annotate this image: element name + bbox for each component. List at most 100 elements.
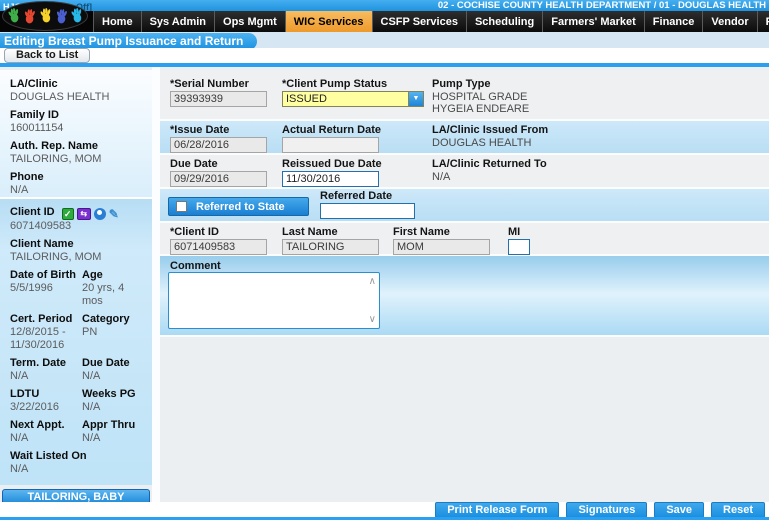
- reissued-due-date-input[interactable]: [282, 171, 379, 187]
- referred-to-state-checkbox[interactable]: [176, 201, 187, 212]
- family-id-value: 160011154: [10, 122, 142, 135]
- tab-farmers-market[interactable]: Farmers' Market: [542, 11, 644, 32]
- referred-to-state-label: Referred to State: [196, 201, 285, 213]
- certified-check-icon[interactable]: ✓: [62, 208, 74, 220]
- issue-date-label: *Issue Date: [170, 124, 229, 136]
- comment-textarea[interactable]: ∧ ∨: [168, 272, 380, 329]
- edit-pencil-icon[interactable]: ✎: [109, 208, 119, 220]
- tab-sys-admin[interactable]: Sys Admin: [141, 11, 214, 32]
- row-client-name: *Client ID Last Name First Name MI: [160, 223, 769, 256]
- actual-return-date-input[interactable]: [282, 137, 379, 153]
- back-bar: Back to List: [0, 48, 769, 63]
- top-bar: HJOSEPH1[Log Off] 02 - COCHISE COUNTY HE…: [0, 0, 769, 11]
- client-status-icon[interactable]: [94, 208, 106, 220]
- serial-number-input[interactable]: [170, 91, 267, 107]
- scroll-down-icon[interactable]: ∨: [369, 315, 376, 324]
- tab-csfp-services[interactable]: CSFP Services: [372, 11, 466, 32]
- referred-to-state-button[interactable]: Referred to State: [168, 197, 309, 216]
- issue-date-input[interactable]: [170, 137, 267, 153]
- row-comment: Comment ∧ ∨: [160, 256, 769, 337]
- dob-value: 5/5/1996: [10, 282, 82, 295]
- client-id-form-label: *Client ID: [170, 226, 219, 238]
- client-id-label-text: Client ID: [10, 206, 55, 218]
- family-info-panel: LA/Clinic DOUGLAS HEALTH Family ID 16001…: [0, 70, 152, 197]
- dob-label: Date of Birth: [10, 269, 82, 282]
- la-clinic-label: LA/Clinic: [10, 78, 142, 91]
- actual-return-date-label: Actual Return Date: [282, 124, 381, 136]
- appr-thru-label: Appr Thru: [82, 419, 142, 432]
- save-button[interactable]: Save: [654, 502, 704, 518]
- tab-scheduling[interactable]: Scheduling: [466, 11, 542, 32]
- term-date-label: Term. Date: [10, 357, 82, 370]
- returned-to-label: LA/Clinic Returned To: [432, 158, 547, 170]
- tab-ops-mgmt[interactable]: Ops Mgmt: [214, 11, 285, 32]
- chevron-down-icon[interactable]: ▼: [408, 92, 423, 106]
- client-id-label: Client ID ✓ ⇆ ✎: [10, 206, 142, 220]
- transfer-icon[interactable]: ⇆: [77, 208, 91, 220]
- phone-label: Phone: [10, 171, 142, 184]
- agency-location: 02 - COCHISE COUNTY HEALTH DEPARTMENT / …: [438, 0, 766, 11]
- pump-status-select[interactable]: ISSUED ▼: [282, 91, 424, 107]
- pump-status-label: *Client Pump Status: [282, 78, 387, 90]
- category-value: PN: [82, 326, 142, 339]
- scroll-up-icon[interactable]: ∧: [369, 277, 376, 286]
- ldtu-label: LDTU: [10, 388, 82, 401]
- last-name-input[interactable]: [282, 239, 379, 255]
- row-issue-date: *Issue Date Actual Return Date LA/Clinic…: [160, 121, 769, 155]
- tab-finance[interactable]: Finance: [644, 11, 703, 32]
- reset-button[interactable]: Reset: [711, 502, 765, 518]
- cert-period-value: 12/8/2015 - 11/30/2016: [10, 326, 82, 352]
- client-name-value: TAILORING, MOM: [10, 251, 142, 264]
- pump-type-line2: HYGEIA ENDEARE: [432, 103, 529, 115]
- mi-label: MI: [508, 226, 520, 238]
- age-value: 20 yrs, 4 mos: [82, 282, 142, 308]
- sidebar-gap: [152, 67, 160, 505]
- mi-input[interactable]: [508, 239, 530, 255]
- page-title-bar: Editing Breast Pump Issuance and Return: [0, 32, 769, 48]
- ldtu-value: 3/22/2016: [10, 401, 82, 414]
- first-name-label: First Name: [393, 226, 450, 238]
- first-name-input[interactable]: [393, 239, 490, 255]
- tab-home[interactable]: Home: [93, 11, 141, 32]
- client-id-input[interactable]: [170, 239, 267, 255]
- client-sidebar: LA/Clinic DOUGLAS HEALTH Family ID 16001…: [0, 70, 152, 505]
- back-to-list-button[interactable]: Back to List: [4, 48, 90, 63]
- appr-thru-value: N/A: [82, 432, 142, 445]
- auth-rep-value: TAILORING, MOM: [10, 153, 142, 166]
- issued-from-label: LA/Clinic Issued From: [432, 124, 548, 136]
- client-name-label: Client Name: [10, 238, 142, 251]
- hands-logo-image: [5, 3, 85, 29]
- age-label: Age: [82, 269, 142, 282]
- pump-type-line1: HOSPITAL GRADE: [432, 91, 527, 103]
- pump-type-label: Pump Type: [432, 78, 490, 90]
- issued-from-value: DOUGLAS HEALTH: [432, 137, 531, 149]
- referred-date-label: Referred Date: [320, 190, 392, 202]
- tab-vendor[interactable]: Vendor: [702, 11, 756, 32]
- wait-listed-value: N/A: [10, 463, 142, 476]
- la-clinic-value: DOUGLAS HEALTH: [10, 91, 142, 104]
- row-serial-status-type: *Serial Number *Client Pump Status ISSUE…: [160, 70, 769, 121]
- client-info-panel: Client ID ✓ ⇆ ✎ 6071409583 Client Name T…: [0, 199, 152, 485]
- term-date-value: N/A: [10, 370, 82, 383]
- last-name-label: Last Name: [282, 226, 338, 238]
- print-release-form-button[interactable]: Print Release Form: [435, 502, 559, 518]
- signatures-button[interactable]: Signatures: [566, 502, 647, 518]
- cert-period-label: Cert. Period: [10, 313, 82, 326]
- tab-wic-services[interactable]: WIC Services: [285, 11, 372, 32]
- hands-logo: [2, 1, 88, 31]
- reissued-due-date-label: Reissued Due Date: [282, 158, 382, 170]
- weeks-pg-value: N/A: [82, 401, 142, 414]
- next-appt-value: N/A: [10, 432, 82, 445]
- referred-date-input[interactable]: [320, 203, 415, 219]
- form-empty-area: [160, 337, 769, 494]
- weeks-pg-label: Weeks PG: [82, 388, 142, 401]
- serial-number-label: *Serial Number: [170, 78, 249, 90]
- wait-listed-label: Wait Listed On: [10, 450, 142, 463]
- tab-program-integrity[interactable]: Program Integrity: [757, 11, 769, 32]
- row-due-date: Due Date Reissued Due Date LA/Clinic Ret…: [160, 155, 769, 189]
- row-referred: Referred to State Referred Date: [160, 189, 769, 223]
- next-appt-label: Next Appt.: [10, 419, 82, 432]
- due-date-input[interactable]: [170, 171, 267, 187]
- main-menu: Home Sys Admin Ops Mgmt WIC Services CSF…: [0, 11, 769, 32]
- phone-value: N/A: [10, 184, 142, 197]
